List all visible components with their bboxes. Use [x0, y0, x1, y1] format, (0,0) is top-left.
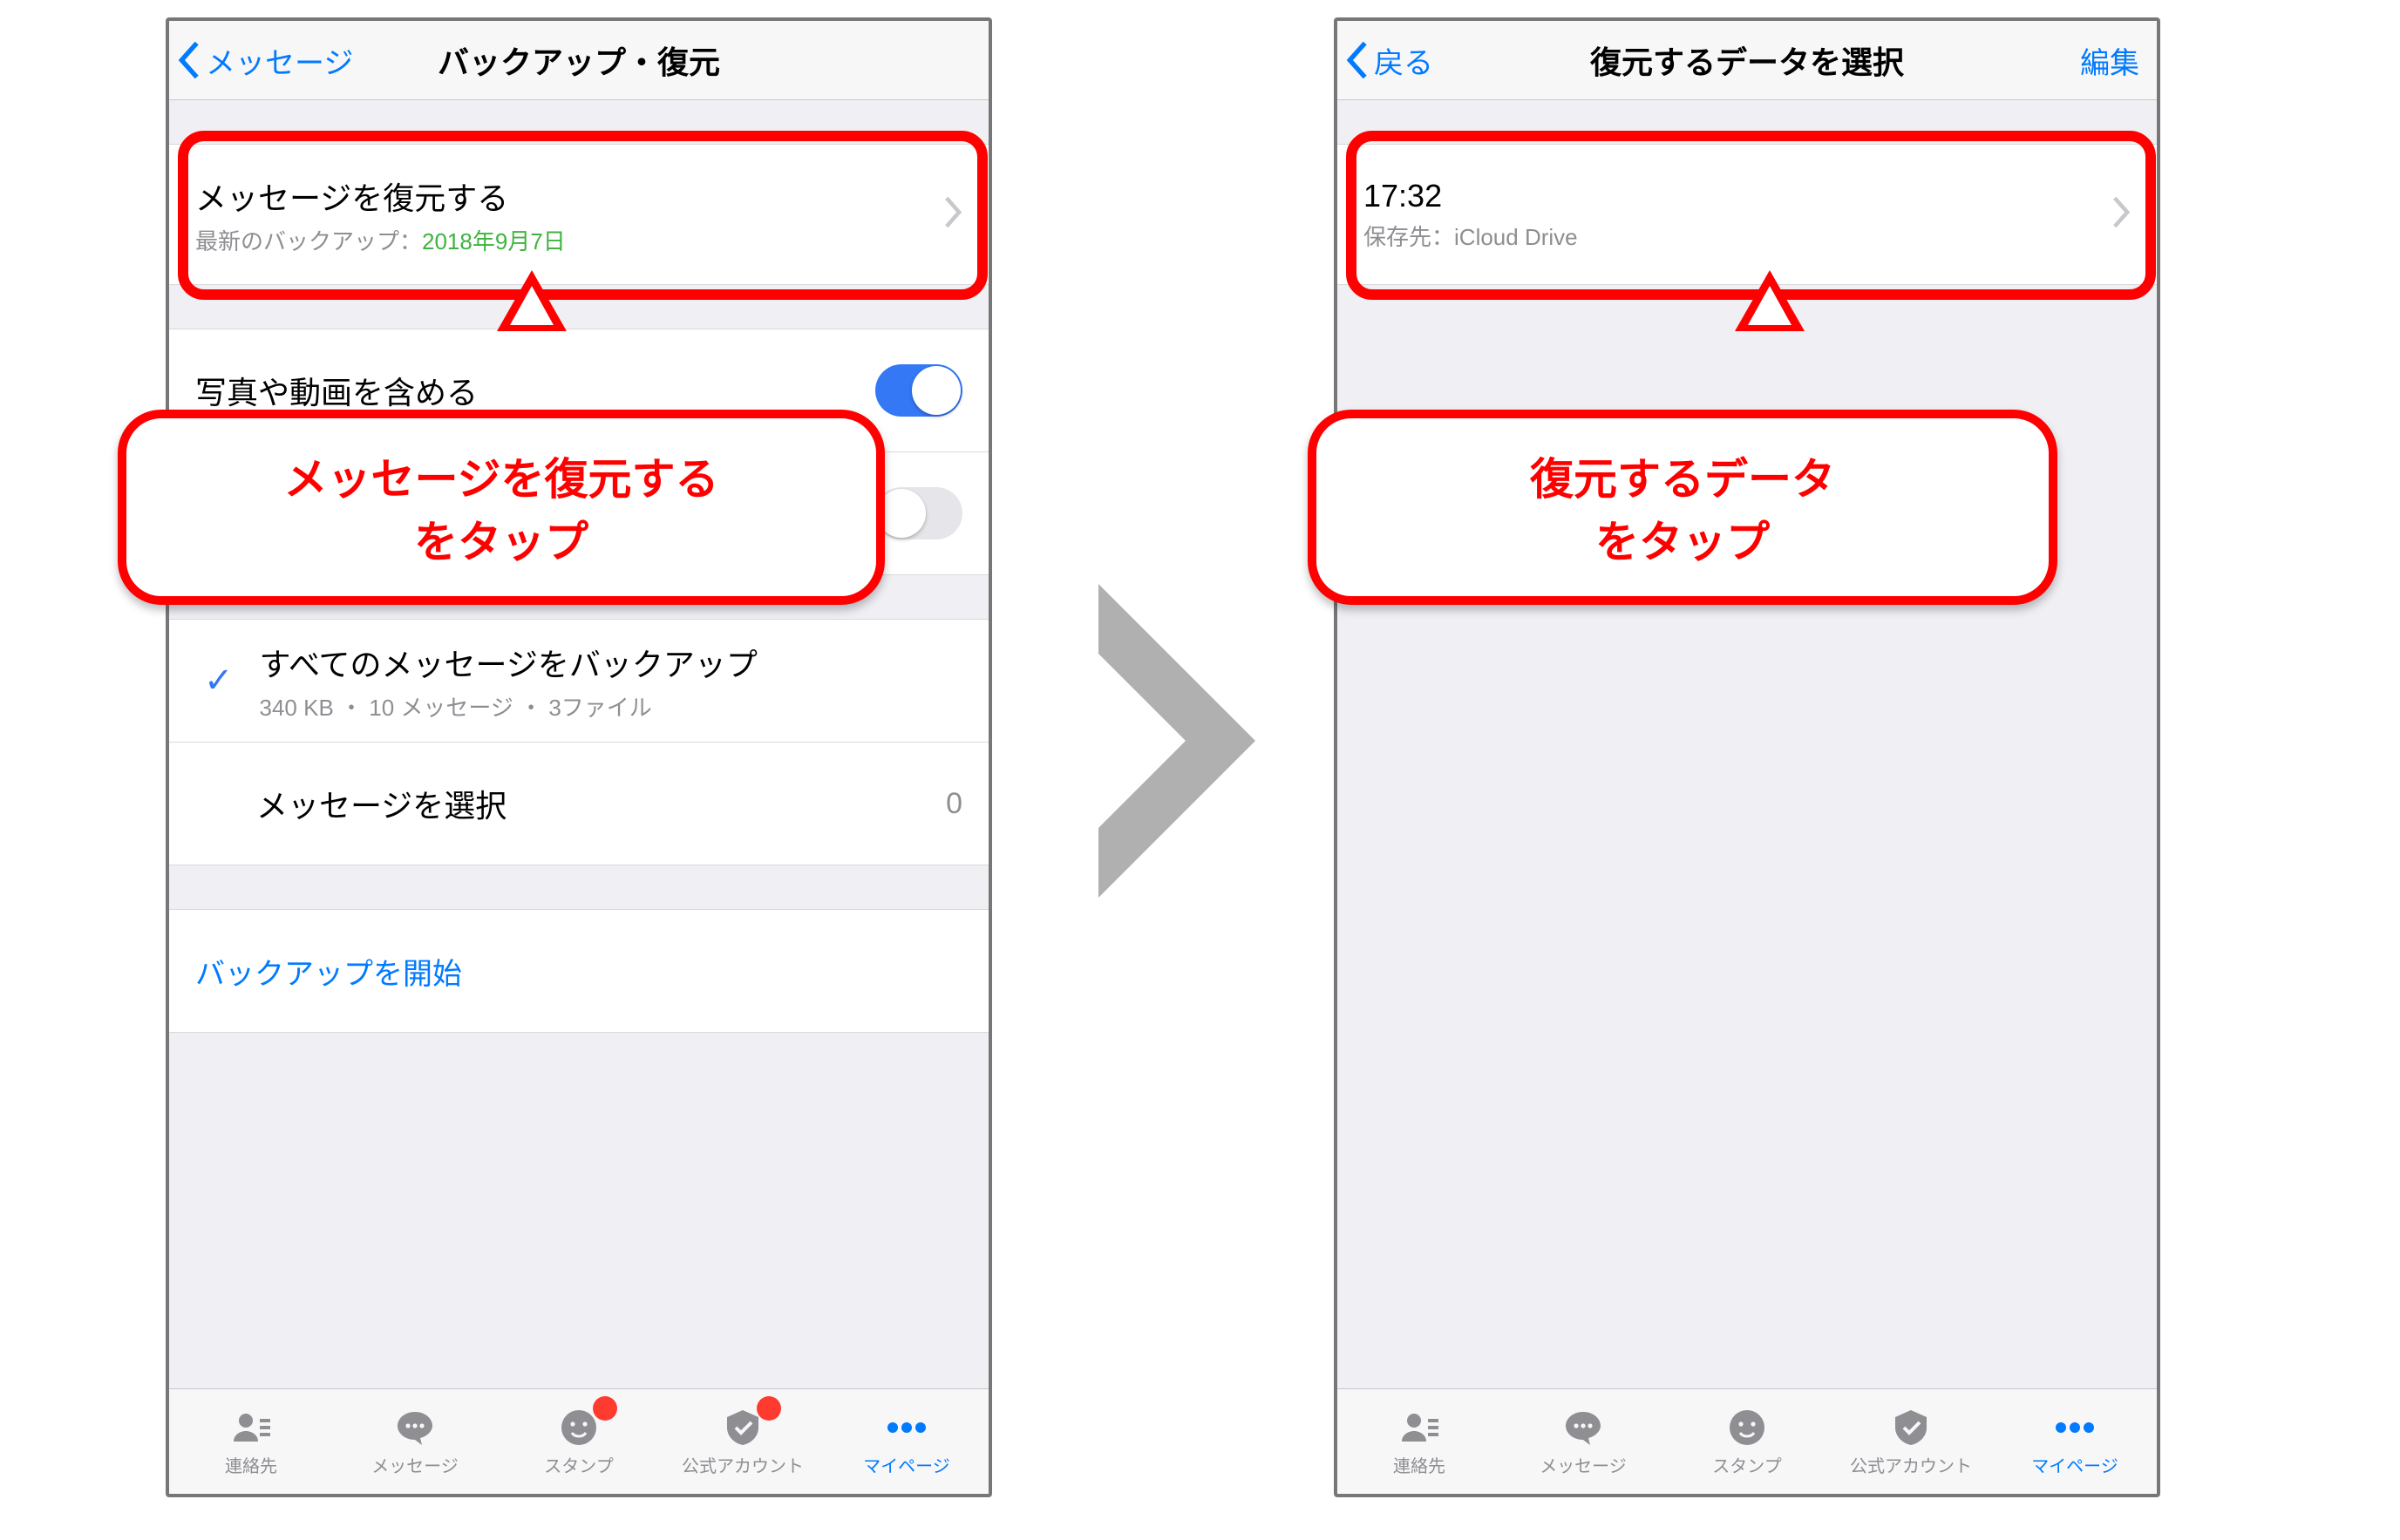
- chevron-right-icon: [943, 197, 962, 233]
- mypage-icon: [886, 1407, 928, 1448]
- nav-back-button[interactable]: 戻る: [1346, 21, 1433, 99]
- chevron-left-icon: [1346, 41, 1369, 79]
- nav-back-label: メッセージ: [206, 39, 353, 82]
- tab-bar: 連絡先 メッセージ スタンプ 公式アカウント マイページ: [1337, 1388, 2157, 1494]
- backup-all-title: すべてのメッセージをバックアップ: [260, 640, 962, 685]
- callout-right: 復元するデータ をタップ: [1308, 410, 2057, 605]
- nav-title: 復元するデータを選択: [1590, 37, 1904, 83]
- start-backup-label: バックアップを開始: [195, 950, 462, 993]
- check-icon: ✓: [204, 661, 234, 701]
- select-messages-cell[interactable]: メッセージを選択 0: [169, 743, 989, 865]
- unknown-toggle[interactable]: [875, 487, 962, 539]
- nav-edit-button[interactable]: 編集: [2080, 21, 2139, 99]
- contacts-icon: [230, 1407, 272, 1448]
- include-media-toggle[interactable]: [875, 364, 962, 417]
- phone-screen-right: 戻る 復元するデータを選択 編集 17:32 保存先：iCloud Drive: [1334, 17, 2160, 1497]
- select-messages-value: 0: [946, 787, 962, 821]
- start-backup-cell[interactable]: バックアップを開始: [169, 909, 989, 1033]
- chevron-left-icon: [178, 41, 201, 79]
- tab-stamps[interactable]: スタンプ: [1665, 1389, 1829, 1494]
- tab-messages[interactable]: メッセージ: [1501, 1389, 1665, 1494]
- include-media-label: 写真や動画を含める: [195, 368, 478, 413]
- phone-screen-left: メッセージ バックアップ・復元 メッセージを復元する 最新のバックアップ：201…: [166, 17, 992, 1497]
- callout-text: メッセージを復元する をタップ: [284, 455, 719, 566]
- messages-icon: [1562, 1407, 1604, 1448]
- contacts-icon: [1398, 1407, 1440, 1448]
- tab-mypage[interactable]: マイページ: [825, 1389, 989, 1494]
- callout-tail-right: [1735, 270, 1805, 331]
- chevron-right-icon: [2111, 197, 2131, 233]
- tab-messages[interactable]: メッセージ: [333, 1389, 497, 1494]
- callout-text: 復元するデータ をタップ: [1530, 455, 1835, 566]
- tab-mypage[interactable]: マイページ: [1993, 1389, 2157, 1494]
- callout-tail-left: [497, 270, 567, 331]
- badge-icon: [757, 1396, 781, 1421]
- tab-contacts[interactable]: 連絡先: [1337, 1389, 1501, 1494]
- arrow-right-icon: [1081, 566, 1273, 919]
- select-messages-label: メッセージを選択: [256, 781, 507, 826]
- nav-back-label: 戻る: [1374, 39, 1433, 82]
- backup-all-cell[interactable]: ✓ すべてのメッセージをバックアップ 340 KB ・ 10 メッセージ ・ 3…: [169, 619, 989, 743]
- restore-messages-cell[interactable]: メッセージを復元する 最新のバックアップ：2018年9月7日: [169, 144, 989, 285]
- callout-left: メッセージを復元する をタップ: [118, 410, 885, 605]
- messages-icon: [394, 1407, 436, 1448]
- tab-contacts[interactable]: 連絡先: [169, 1389, 333, 1494]
- restore-subtitle: 最新のバックアップ：2018年9月7日: [195, 224, 962, 256]
- stamps-icon: [1726, 1407, 1768, 1448]
- restore-title: メッセージを復元する: [195, 173, 962, 219]
- restore-data-dest: 保存先：iCloud Drive: [1363, 220, 2131, 252]
- tab-official[interactable]: 公式アカウント: [661, 1389, 825, 1494]
- backup-all-detail: 340 KB ・ 10 メッセージ ・ 3ファイル: [260, 690, 962, 723]
- restore-data-cell[interactable]: 17:32 保存先：iCloud Drive: [1337, 144, 2157, 285]
- badge-icon: [593, 1396, 617, 1421]
- tab-stamps[interactable]: スタンプ: [497, 1389, 661, 1494]
- nav-bar: 戻る 復元するデータを選択 編集: [1337, 21, 2157, 100]
- tab-official[interactable]: 公式アカウント: [1829, 1389, 1993, 1494]
- official-icon: [1890, 1407, 1932, 1448]
- nav-back-button[interactable]: メッセージ: [178, 21, 353, 99]
- mypage-icon: [2054, 1407, 2096, 1448]
- nav-title: バックアップ・復元: [438, 37, 720, 83]
- nav-bar: メッセージ バックアップ・復元: [169, 21, 989, 100]
- restore-data-time: 17:32: [1363, 178, 2131, 214]
- tab-bar: 連絡先 メッセージ スタンプ 公式アカウント マイページ: [169, 1388, 989, 1494]
